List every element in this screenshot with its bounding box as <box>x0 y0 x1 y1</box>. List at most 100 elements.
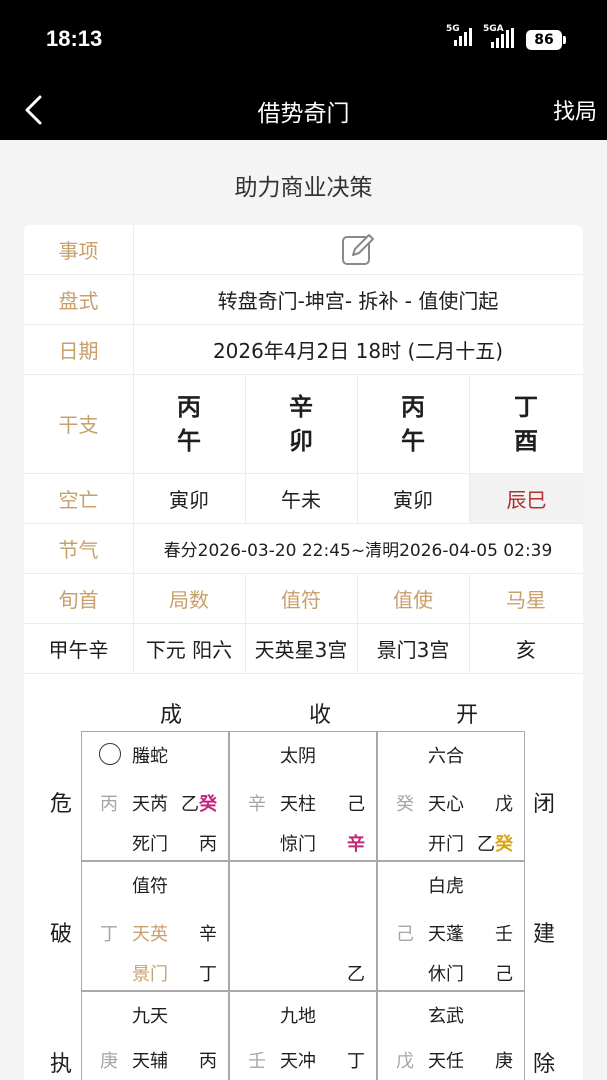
palace-heaven-gan: 丁 <box>347 1051 365 1072</box>
grid-right-label-1: 闭 <box>533 792 556 817</box>
palace-heaven-gan: 辛 <box>199 924 217 945</box>
grid-top-label-3: 开 <box>456 703 479 728</box>
palace-earth-gan: 戊 <box>396 1051 414 1072</box>
ganzhi-month: 辛卯 <box>289 392 313 455</box>
palace-god: 白虎 <box>428 876 464 897</box>
palace-door-gan: 丙 <box>199 834 217 855</box>
palace-god: 螣蛇 <box>132 746 168 767</box>
palace-9[interactable]: 玄武 戊 天任 庚 <box>377 991 525 1080</box>
shixiang-label: 事项 <box>58 239 99 263</box>
palace-god: 太阴 <box>280 746 316 767</box>
palace-6[interactable]: 白虎 己 天蓬 壬 休门 己 <box>377 861 525 991</box>
signal-5g-icon: 5G <box>446 24 472 46</box>
status-bar: 18:13 5G 5GA 86 <box>0 0 607 80</box>
grid-left-label-2: 破 <box>50 922 73 947</box>
palace-heaven-gan: 壬 <box>495 924 513 945</box>
panshi-label: 盘式 <box>58 288 99 313</box>
palace-door: 景门 <box>132 964 168 985</box>
grid-right-label-3: 除 <box>533 1052 556 1077</box>
palace-star: 天柱 <box>280 794 316 815</box>
palace-3[interactable]: 六合 癸 天心 戊 开门 乙 癸 <box>377 731 525 861</box>
palace-door-gan-2: 癸 <box>495 834 513 855</box>
palace-star: 天冲 <box>280 1051 316 1072</box>
palace-star: 天英 <box>132 924 168 945</box>
palace-star: 天辅 <box>132 1051 168 1072</box>
palace-heaven-gan: 乙 <box>181 794 199 815</box>
kongwang-year: 寅卯 <box>169 487 209 512</box>
palace-door: 惊门 <box>280 834 316 855</box>
jushu-header: 局数 <box>169 587 209 612</box>
palace-star: 天蓬 <box>428 924 464 945</box>
palace-star: 天任 <box>428 1051 464 1072</box>
palace-heaven-gan-2: 癸 <box>199 794 217 815</box>
kongwang-label: 空亡 <box>58 487 99 512</box>
kongwang-hour: 辰巳 <box>470 474 583 523</box>
palace-7[interactable]: 九天 庚 天辅 丙 <box>81 991 229 1080</box>
maxing-value: 亥 <box>516 637 536 662</box>
palace-god: 九地 <box>280 1006 316 1027</box>
subtitle: 助力商业决策 <box>234 175 373 201</box>
grid-left-label-1: 危 <box>50 792 73 817</box>
palace-2[interactable]: 太阴 辛 天柱 己 惊门 辛 <box>229 731 377 861</box>
ganzhi-day: 丙午 <box>401 392 425 455</box>
palace-heaven-gan: 戊 <box>495 794 513 815</box>
palace-god: 值符 <box>132 876 168 897</box>
kongwang-month: 午未 <box>281 487 321 512</box>
palace-door: 开门 <box>428 834 464 855</box>
edit-matter-button[interactable] <box>133 225 583 274</box>
xunshou-header: 旬首 <box>58 587 99 612</box>
palace-earth-gan: 丁 <box>100 924 118 945</box>
palace-door-gan: 丁 <box>199 964 217 985</box>
palace-heaven-gan: 庚 <box>495 1051 513 1072</box>
ganzhi-label: 干支 <box>58 413 99 437</box>
palace-god: 六合 <box>428 746 464 767</box>
palace-star: 天芮 <box>132 794 168 815</box>
palace-earth-gan: 癸 <box>396 794 414 815</box>
riqi-label: 日期 <box>58 338 99 363</box>
palace-heaven-gan: 丙 <box>199 1051 217 1072</box>
palace-god: 九天 <box>132 1006 168 1027</box>
find-ju-button[interactable]: 找局 <box>553 94 597 126</box>
zhifu-value: 天英星3宫 <box>254 637 348 662</box>
palace-god: 玄武 <box>428 1006 464 1027</box>
palace-earth-gan: 己 <box>396 924 414 945</box>
ganzhi-year: 丙午 <box>177 392 201 455</box>
palace-door-gan: 乙 <box>477 834 495 855</box>
palace-door-gan: 己 <box>495 964 513 985</box>
page-title: 借势奇门 <box>257 101 350 127</box>
battery-icon: 86 <box>526 30 566 50</box>
status-time: 18:13 <box>46 26 103 51</box>
jieqi-value: 春分2026-03-20 22:45~清明2026-04-05 02:39 <box>163 540 553 561</box>
grid-right-label-2: 建 <box>533 922 556 947</box>
riqi-value: 2026年4月2日 18时 (二月十五) <box>212 338 504 363</box>
palace-earth-gan: 庚 <box>100 1051 118 1072</box>
zhifu-header: 值符 <box>281 587 321 612</box>
zhishi-value: 景门3宫 <box>376 637 450 662</box>
grid-left-label-3: 执 <box>50 1052 73 1077</box>
palace-heaven-gan: 己 <box>347 794 365 815</box>
panshi-value: 转盘奇门-坤宫- 拆补 - 值使门起 <box>217 288 499 313</box>
palace-5[interactable]: 乙 <box>229 861 377 991</box>
palace-door: 死门 <box>132 834 168 855</box>
palace-8[interactable]: 九地 壬 天冲 丁 <box>229 991 377 1080</box>
palace-earth-gan: 丙 <box>100 794 118 815</box>
grid-top-label-1: 成 <box>160 703 183 728</box>
maxing-header: 马星 <box>506 587 546 612</box>
jushu-value: 下元 阳六 <box>145 637 233 662</box>
xunshou-value: 甲午辛 <box>48 637 109 662</box>
palace-earth-gan: 壬 <box>248 1051 266 1072</box>
zhishi-header: 值使 <box>393 587 433 612</box>
palace-door: 休门 <box>428 964 464 985</box>
kongwang-day: 寅卯 <box>393 487 433 512</box>
info-card: 事项 盘式 转盘奇门-坤宫- 拆补 - 值使门起 日期 2026年4月2日 18… <box>24 225 583 1080</box>
circle-marker-icon <box>99 743 121 765</box>
palace-star: 天心 <box>428 794 464 815</box>
palace-4[interactable]: 值符 丁 天英 辛 景门 丁 <box>81 861 229 991</box>
ganzhi-hour: 丁酉 <box>514 392 538 455</box>
palace-center-gan: 乙 <box>347 964 365 985</box>
nav-bar: 借势奇门 找局 <box>0 80 607 140</box>
edit-icon <box>342 233 374 265</box>
signal-5ga-icon: 5GA <box>483 24 514 48</box>
palace-door-gan: 辛 <box>347 834 365 855</box>
palace-1[interactable]: 螣蛇 丙 天芮 乙 癸 死门 丙 <box>81 731 229 861</box>
